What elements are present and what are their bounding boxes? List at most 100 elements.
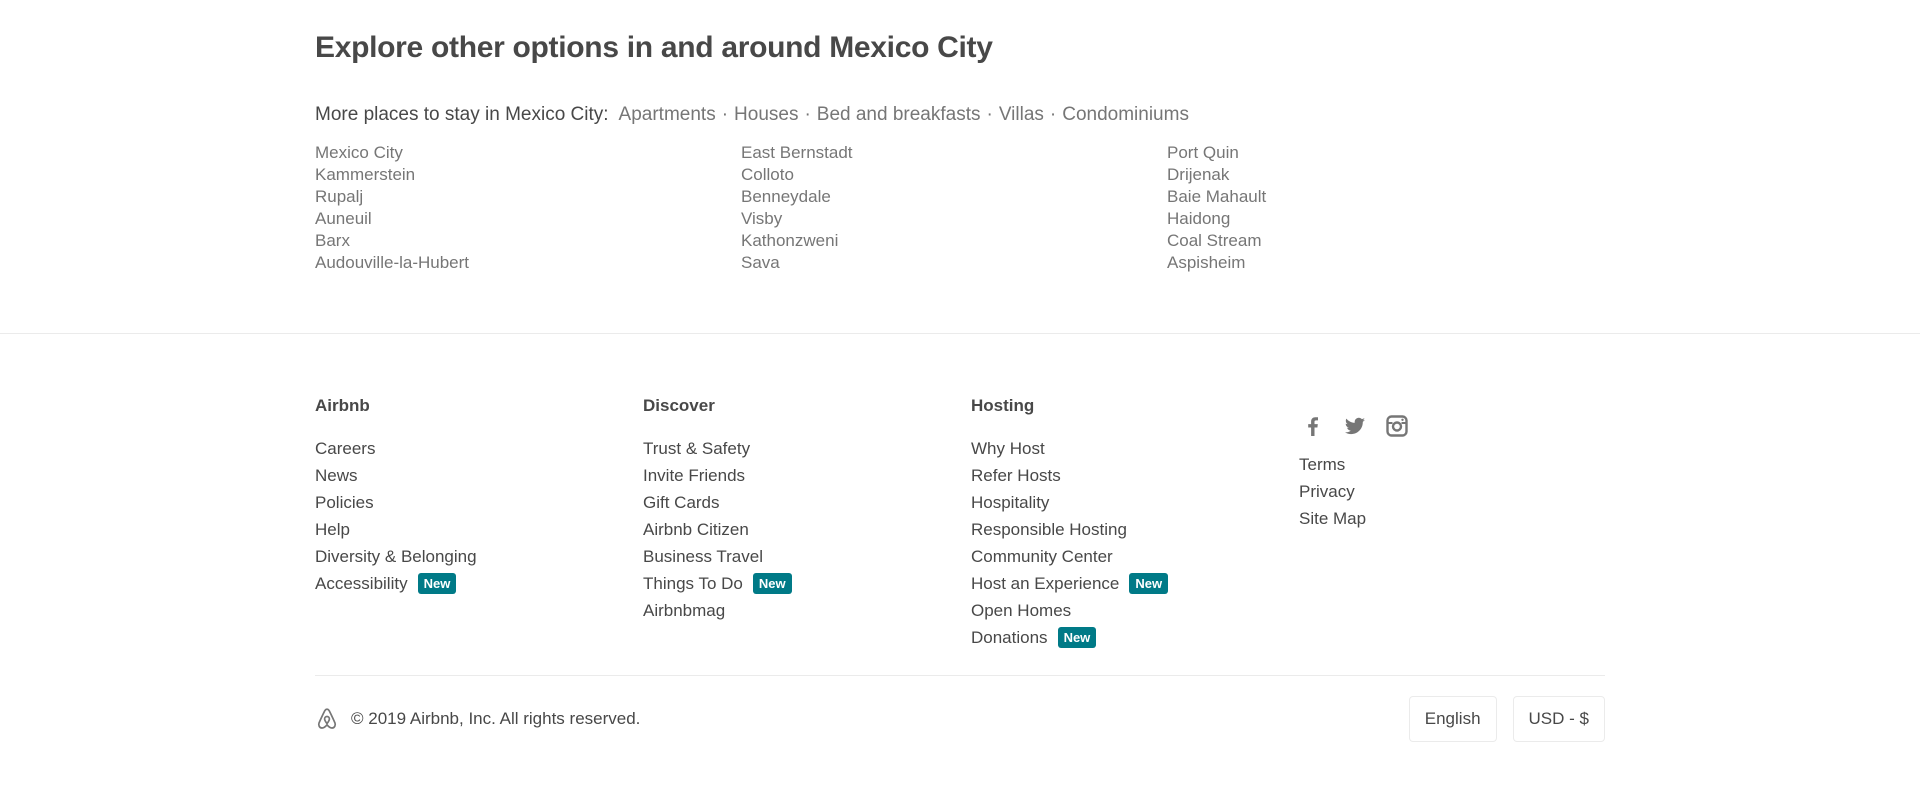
social-links [1301,411,1599,441]
footer-link-airbnbmag[interactable]: Airbnbmag [643,597,971,624]
footer-link-news[interactable]: News [315,462,643,489]
footer-link-label: Diversity & Belonging [315,547,477,566]
footer-divider [315,675,1605,676]
footer-link-label: Business Travel [643,547,763,566]
site-footer: Airbnb Careers News Policies Help Divers… [315,393,1605,651]
footer-link-label: Host an Experience [971,574,1120,593]
language-selector-button[interactable]: English [1408,696,1497,742]
footer-link-label: Trust & Safety [643,439,751,458]
footer-link-label: Help [315,520,350,539]
locale-selectors: English USD - $ [1393,696,1605,742]
footer-link-hospitality[interactable]: Hospitality [971,489,1299,516]
city-link[interactable]: Kathonzweni [741,230,1167,252]
airbnb-logo-icon [315,706,341,732]
section-divider [0,333,1920,334]
city-link[interactable]: Sava [741,252,1167,274]
footer-link-label: Airbnb Citizen [643,520,749,539]
footer-link-careers[interactable]: Careers [315,435,643,462]
footer-link-label: Gift Cards [643,493,720,512]
facebook-icon[interactable] [1301,414,1325,438]
footer-link-open-homes[interactable]: Open Homes [971,597,1299,624]
footer-columns: Airbnb Careers News Policies Help Divers… [315,393,1605,651]
city-link[interactable]: Mexico City [315,142,741,164]
footer-link-why-host[interactable]: Why Host [971,435,1299,462]
separator: · [1049,104,1057,125]
new-badge: New [417,573,457,594]
footer-link-business-travel[interactable]: Business Travel [643,543,971,570]
city-link[interactable]: Drijenak [1167,164,1593,186]
city-link[interactable]: Audouville-la-Hubert [315,252,741,274]
separator: · [804,104,811,125]
city-column: East Bernstadt Colloto Benneydale Visby … [741,142,1167,274]
place-type-villas[interactable]: Villas [999,100,1044,130]
footer-link-policies[interactable]: Policies [315,489,643,516]
copyright-text: © 2019 Airbnb, Inc. All rights reserved. [351,709,641,728]
footer-column-hosting: Hosting Why Host Refer Hosts Hospitality… [971,393,1299,651]
footer-link-things-to-do[interactable]: Things To Do New [643,570,971,597]
explore-section: Explore other options in and around Mexi… [315,28,1605,274]
footer-column-discover: Discover Trust & Safety Invite Friends G… [643,393,971,651]
city-link[interactable]: Auneuil [315,208,741,230]
place-type-bed-and-breakfasts[interactable]: Bed and breakfasts [817,100,981,130]
footer-link-trust-safety[interactable]: Trust & Safety [643,435,971,462]
footer-link-invite-friends[interactable]: Invite Friends [643,462,971,489]
new-badge: New [1129,573,1169,594]
more-places-label: More places to stay in Mexico City: [315,104,609,125]
footer-link-label: Things To Do [643,574,743,593]
instagram-icon[interactable] [1385,414,1409,438]
footer-link-accessibility[interactable]: Accessibility New [315,570,643,597]
new-badge: New [1057,627,1097,648]
footer-link-donations[interactable]: Donations New [971,624,1299,651]
footer-link-diversity-belonging[interactable]: Diversity & Belonging [315,543,643,570]
city-column: Port Quin Drijenak Baie Mahault Haidong … [1167,142,1593,274]
legal-links: Terms Privacy Site Map [1299,451,1599,532]
place-type-condominiums[interactable]: Condominiums [1062,100,1189,130]
city-link[interactable]: Kammerstein [315,164,741,186]
city-column: Mexico City Kammerstein Rupalj Auneuil B… [315,142,741,274]
footer-link-responsible-hosting[interactable]: Responsible Hosting [971,516,1299,543]
city-link[interactable]: Baie Mahault [1167,186,1593,208]
city-link[interactable]: Aspisheim [1167,252,1593,274]
footer-link-list: Careers News Policies Help Diversity & B… [315,435,643,597]
city-link[interactable]: Rupalj [315,186,741,208]
city-link[interactable]: Coal Stream [1167,230,1593,252]
footer-link-host-an-experience[interactable]: Host an Experience New [971,570,1299,597]
footer-link-privacy[interactable]: Privacy [1299,478,1599,505]
footer-link-list: Why Host Refer Hosts Hospitality Respons… [971,435,1299,651]
footer-link-label: Refer Hosts [971,466,1061,485]
footer-link-label: Policies [315,493,374,512]
page: Explore other options in and around Mexi… [0,0,1920,801]
more-places-row: More places to stay in Mexico City: Apar… [315,100,1605,130]
footer-column-title: Discover [643,396,715,415]
new-badge: New [752,573,792,594]
city-link[interactable]: Benneydale [741,186,1167,208]
footer-link-airbnb-citizen[interactable]: Airbnb Citizen [643,516,971,543]
separator: · [721,104,729,125]
footer-link-help[interactable]: Help [315,516,643,543]
footer-link-terms[interactable]: Terms [1299,451,1599,478]
footer-link-gift-cards[interactable]: Gift Cards [643,489,971,516]
place-type-houses[interactable]: Houses [734,100,798,130]
city-link[interactable]: East Bernstadt [741,142,1167,164]
city-link[interactable]: Barx [315,230,741,252]
footer-link-label: Accessibility [315,574,408,593]
city-link[interactable]: Haidong [1167,208,1593,230]
footer-link-refer-hosts[interactable]: Refer Hosts [971,462,1299,489]
footer-bottom-bar: © 2019 Airbnb, Inc. All rights reserved.… [315,695,1605,743]
city-link[interactable]: Port Quin [1167,142,1593,164]
footer-link-label: Invite Friends [643,466,746,485]
footer-link-site-map[interactable]: Site Map [1299,505,1599,532]
footer-link-community-center[interactable]: Community Center [971,543,1299,570]
footer-column-social-legal: Terms Privacy Site Map [1299,393,1599,651]
place-type-apartments[interactable]: Apartments [619,100,716,130]
footer-link-label: Responsible Hosting [971,520,1127,539]
footer-link-label: Community Center [971,547,1113,566]
currency-selector-button[interactable]: USD - $ [1512,696,1605,742]
city-link[interactable]: Colloto [741,164,1167,186]
footer-link-label: Hospitality [971,493,1050,512]
twitter-icon[interactable] [1343,414,1367,438]
footer-link-label: Careers [315,439,376,458]
explore-title: Explore other options in and around Mexi… [315,31,993,64]
city-link[interactable]: Visby [741,208,1167,230]
footer-link-list: Trust & Safety Invite Friends Gift Cards… [643,435,971,624]
